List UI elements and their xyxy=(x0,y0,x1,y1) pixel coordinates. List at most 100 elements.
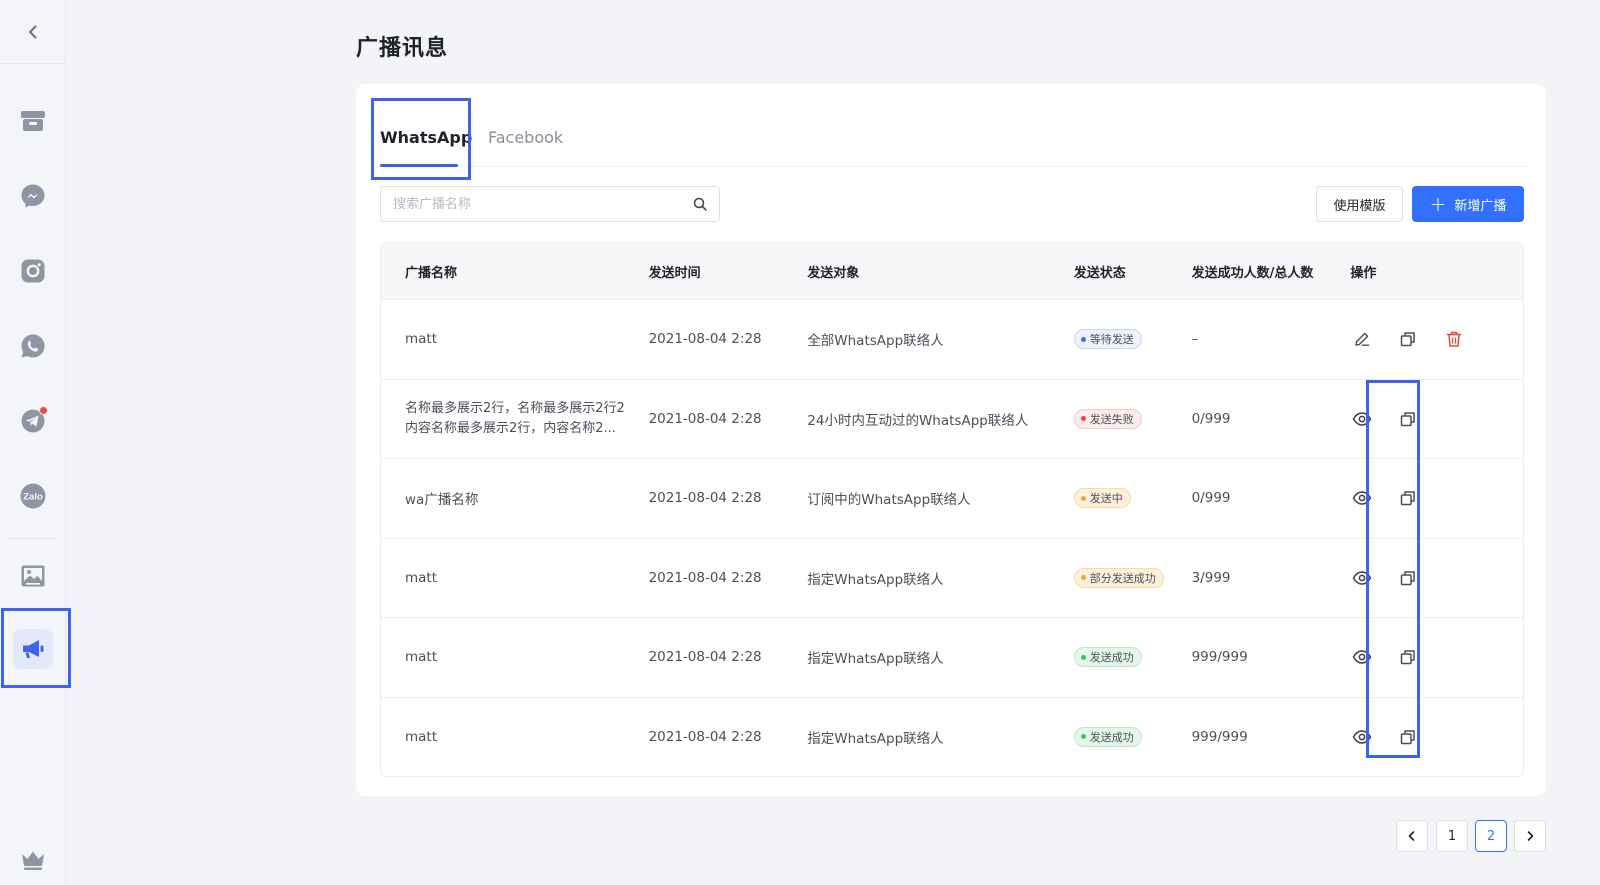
send-target: 指定WhatsApp联络人 xyxy=(807,571,944,588)
tab-highlight-frame xyxy=(371,98,471,180)
sidebar-highlight-frame xyxy=(1,608,71,688)
success-count: – xyxy=(1191,331,1199,348)
zalo-icon: Zalo xyxy=(20,483,46,509)
column-header: 发送时间 xyxy=(648,265,701,281)
status-badge: 发送失败 xyxy=(1073,408,1142,429)
chevron-left-icon xyxy=(29,25,37,38)
broadcast-table: 广播名称 发送时间 发送对象 发送状态 发送成功人数/总人数 操作 matt 20… xyxy=(380,242,1524,777)
broadcast-name-line: 内容名称最多展示2行，内容名称2... xyxy=(405,420,616,436)
broadcast-name: matt xyxy=(405,728,438,745)
table-row: matt 2021-08-04 2:28 指定WhatsApp联络人 发送成功 999/… xyxy=(381,696,1523,777)
send-time: 2021-08-04 2:28 xyxy=(648,410,762,427)
sidebar-divider xyxy=(8,538,58,539)
send-time: 2021-08-04 2:28 xyxy=(648,331,762,348)
table-header: 广播名称 发送时间 发送对象 发送状态 发送成功人数/总人数 操作 xyxy=(381,243,1523,299)
column-header: 发送对象 xyxy=(807,265,860,281)
status-cell: 部分发送成功 xyxy=(1073,567,1192,588)
sidebar-item-telegram[interactable] xyxy=(13,401,53,441)
table-row: 名称最多展示2行，名称最多展示2行2 内容名称最多展示2行，内容名称2... 202… xyxy=(381,378,1523,459)
pagination-page-1[interactable]: 1 xyxy=(1436,820,1468,852)
search-input[interactable] xyxy=(393,196,693,212)
status-label: 发送失败 xyxy=(1089,412,1134,426)
page-title: 广播讯息 xyxy=(356,36,449,61)
search-box xyxy=(380,186,720,222)
status-dot xyxy=(1080,336,1086,342)
broadcast-name: matt xyxy=(405,649,438,666)
sidebar-item-messenger[interactable] xyxy=(13,176,53,216)
actions-highlight-frame xyxy=(1366,380,1420,758)
sidebar-item-store[interactable] xyxy=(13,101,53,141)
status-cell: 等待发送 xyxy=(1073,329,1192,350)
new-broadcast-label: 新增广播 xyxy=(1454,198,1507,214)
status-cell: 发送成功 xyxy=(1073,726,1192,747)
status-dot xyxy=(1080,495,1086,501)
svg-text:Zalo: Zalo xyxy=(23,492,43,503)
status-badge: 发送成功 xyxy=(1073,726,1142,747)
status-dot xyxy=(1080,654,1086,660)
copy-icon[interactable] xyxy=(1396,327,1420,351)
store-icon xyxy=(21,111,45,131)
chevron-right-icon xyxy=(1527,831,1534,841)
plus-icon: + xyxy=(1429,192,1447,216)
sidebar-item-whatsapp[interactable] xyxy=(13,326,53,366)
use-template-button[interactable]: 使用模版 xyxy=(1316,186,1403,222)
instagram-icon xyxy=(21,259,45,283)
send-time: 2021-08-04 2:28 xyxy=(648,569,762,586)
send-target: 指定WhatsApp联络人 xyxy=(807,730,944,747)
crown-icon xyxy=(22,851,44,870)
table-row: matt 2021-08-04 2:28 全部WhatsApp联络人 等待发送 – xyxy=(381,299,1523,379)
delete-icon[interactable] xyxy=(1442,327,1466,351)
broadcast-name-cell: 名称最多展示2行，名称最多展示2行2 内容名称最多展示2行，内容名称2... xyxy=(381,399,649,439)
status-label: 发送中 xyxy=(1089,492,1123,506)
sidebar-item-premium[interactable] xyxy=(13,840,53,880)
tab-facebook[interactable]: Facebook xyxy=(488,128,563,148)
table-row: matt 2021-08-04 2:28 指定WhatsApp联络人 发送成功 999/… xyxy=(381,617,1523,697)
edit-icon[interactable] xyxy=(1350,327,1374,351)
pagination-page-2[interactable]: 2 xyxy=(1475,820,1507,852)
column-header: 广播名称 xyxy=(405,265,458,281)
broadcast-name: matt xyxy=(405,331,438,348)
table-row: wa广播名称 2021-08-04 2:28 订阅中的WhatsApp联络人 发送中 0… xyxy=(381,458,1523,538)
status-badge: 等待发送 xyxy=(1073,329,1142,350)
search-icon[interactable] xyxy=(693,197,707,211)
sidebar-item-zalo[interactable]: Zalo xyxy=(13,476,53,516)
send-target: 24小时内互动过的WhatsApp联络人 xyxy=(807,412,1029,429)
pagination-prev-button[interactable] xyxy=(1396,820,1428,852)
status-label: 部分发送成功 xyxy=(1089,571,1156,585)
status-label: 等待发送 xyxy=(1089,333,1134,347)
success-count: 0/999 xyxy=(1191,490,1231,507)
status-badge: 发送成功 xyxy=(1073,647,1142,668)
column-header: 发送状态 xyxy=(1073,265,1126,281)
status-dot xyxy=(1080,734,1086,740)
whatsapp-icon xyxy=(21,334,45,358)
status-dot xyxy=(1080,575,1086,581)
broadcast-name: matt xyxy=(405,569,438,586)
send-target: 全部WhatsApp联络人 xyxy=(807,333,944,350)
send-time: 2021-08-04 2:28 xyxy=(648,490,762,507)
sidebar-item-instagram[interactable] xyxy=(13,251,53,291)
status-cell: 发送中 xyxy=(1073,488,1192,509)
chevron-left-icon xyxy=(1408,831,1415,841)
status-badge: 发送中 xyxy=(1073,488,1131,509)
tabs-divider xyxy=(370,166,1530,167)
back-button[interactable] xyxy=(0,0,66,64)
status-cell: 发送失败 xyxy=(1073,408,1192,429)
status-label: 发送成功 xyxy=(1089,730,1134,744)
new-broadcast-button[interactable]: + 新增广播 xyxy=(1412,186,1524,222)
sidebar-item-gallery[interactable] xyxy=(13,556,53,596)
actions-cell xyxy=(1350,327,1523,351)
send-time: 2021-08-04 2:28 xyxy=(648,649,762,666)
broadcast-name: wa广播名称 xyxy=(405,492,479,509)
sidebar: Zalo xyxy=(0,0,66,885)
status-badge: 部分发送成功 xyxy=(1073,567,1164,588)
table-body: matt 2021-08-04 2:28 全部WhatsApp联络人 等待发送 – 名称最… xyxy=(381,299,1523,776)
broadcast-name-line: 名称最多展示2行，名称最多展示2行2 xyxy=(405,400,625,416)
send-target: 订阅中的WhatsApp联络人 xyxy=(807,492,971,509)
notification-dot xyxy=(39,406,48,415)
success-count: 3/999 xyxy=(1191,569,1231,586)
column-header: 操作 xyxy=(1350,265,1377,281)
status-cell: 发送成功 xyxy=(1073,647,1192,668)
pagination-next-button[interactable] xyxy=(1514,820,1546,852)
status-dot xyxy=(1080,416,1086,422)
success-count: 999/999 xyxy=(1191,728,1248,745)
